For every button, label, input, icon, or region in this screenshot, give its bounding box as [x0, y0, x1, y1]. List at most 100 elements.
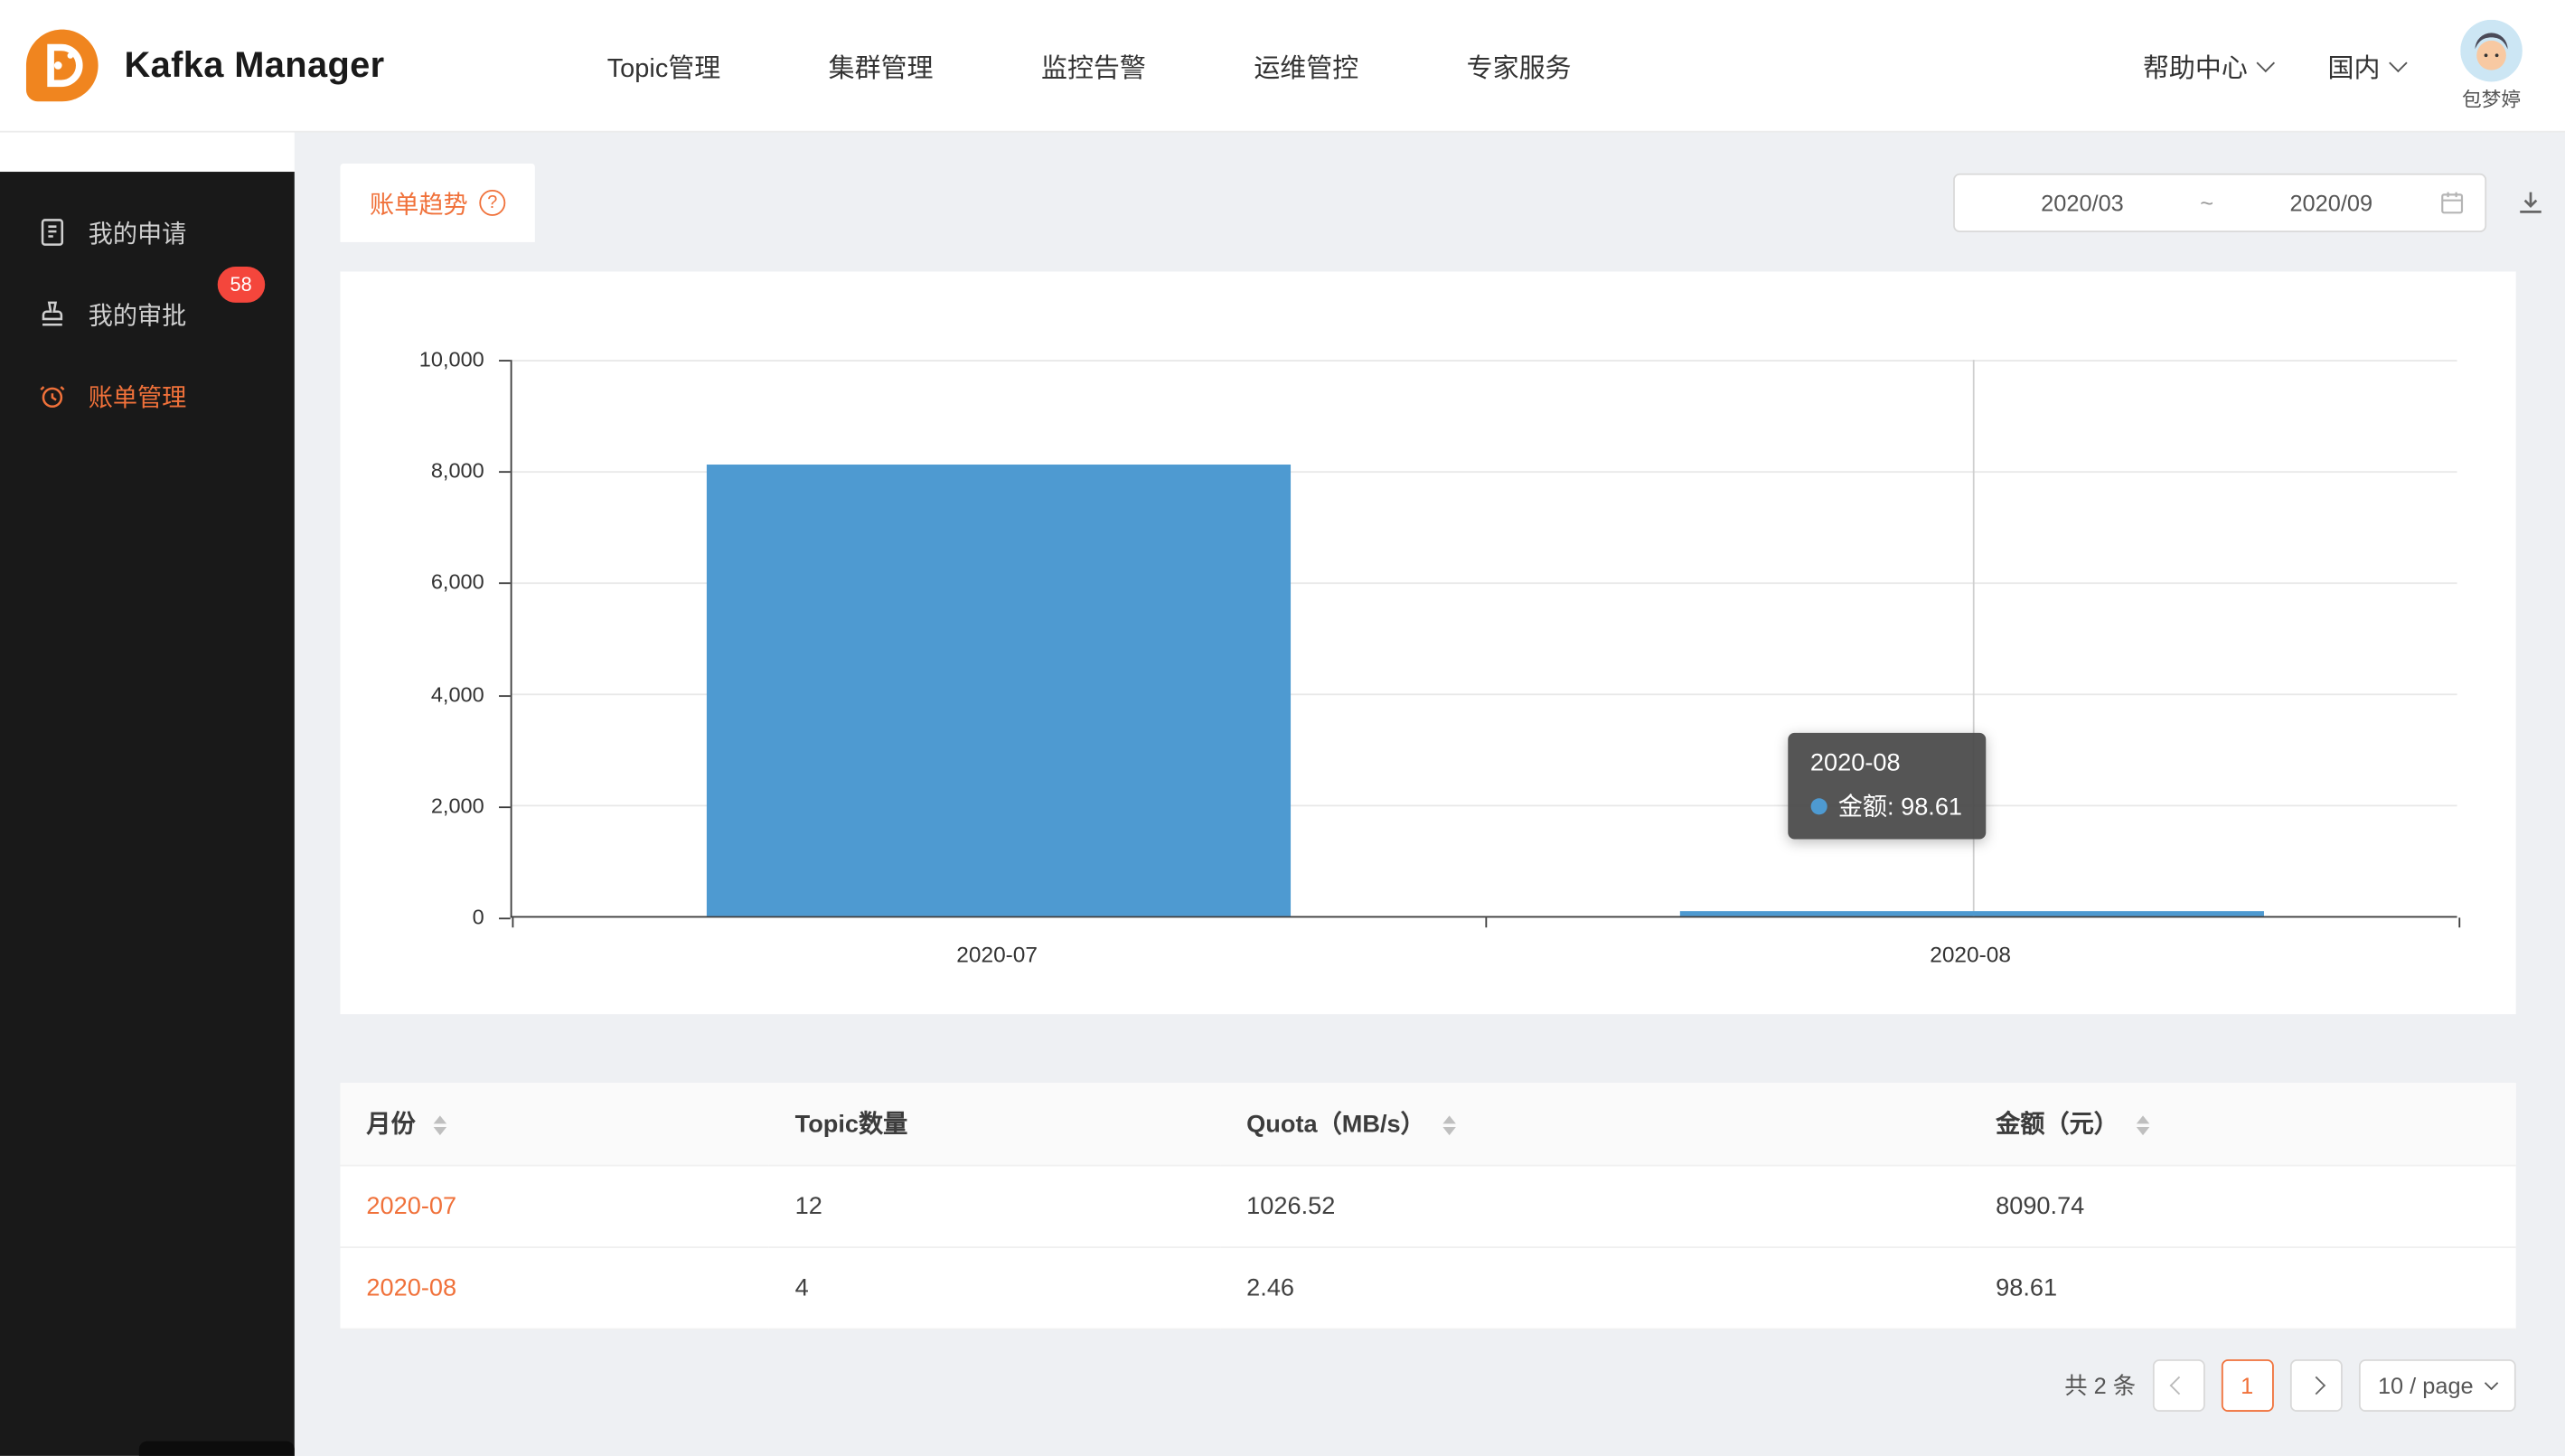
tooltip-line: 金额: 98.61: [1810, 788, 1962, 822]
chart-bar-2020-07[interactable]: [707, 465, 1291, 916]
topic-count-cell: 12: [769, 1165, 1221, 1246]
user-name: 包梦婷: [2462, 84, 2521, 112]
region-select[interactable]: 国内: [2328, 46, 2405, 85]
chevron-down-icon: [2389, 54, 2407, 72]
avatar: [2460, 19, 2523, 81]
table-row: 2020-07 12 1026.52 8090.74: [340, 1165, 2515, 1246]
page-size-select[interactable]: 10 / page: [2358, 1358, 2515, 1411]
gridline: [512, 359, 2457, 361]
chevron-right-icon: [2307, 1376, 2325, 1394]
nav-monitor-alert[interactable]: 监控告警: [1041, 46, 1146, 85]
pagination: 共 2 条 1 10 / page: [340, 1358, 2515, 1411]
sorter-icon[interactable]: [2137, 1116, 2149, 1136]
chart-tooltip: 2020-08 金额: 98.61: [1788, 733, 1986, 840]
billing-table: 月份 Topic数量 Quota（MB/s） 金额（元）: [340, 1083, 2515, 1329]
sidebar-item-label: 我的申请: [89, 215, 187, 249]
column-label: 月份: [366, 1111, 415, 1139]
stamp-icon: [36, 297, 69, 330]
app-root: Kafka Manager Topic管理 集群管理 监控告警 运维管控 专家服…: [0, 0, 2565, 1456]
column-header-topic-count: Topic数量: [769, 1083, 1221, 1164]
y-axis-tick: [499, 360, 511, 362]
nav-topic-manage[interactable]: Topic管理: [607, 46, 721, 85]
chart-panel: 02,0004,0006,0008,00010,000 2020-08 金额: …: [340, 271, 2515, 1014]
sidebar-collapse-bar[interactable]: [139, 1442, 295, 1456]
y-axis-label: 10,000: [340, 347, 484, 373]
tooltip-value: 金额: 98.61: [1838, 788, 1962, 822]
y-axis-tick: [499, 917, 511, 919]
topbar: Kafka Manager Topic管理 集群管理 监控告警 运维管控 专家服…: [0, 0, 2565, 131]
y-axis-label: 0: [340, 905, 484, 931]
y-axis-tick: [499, 806, 511, 808]
table-row: 2020-08 4 2.46 98.61: [340, 1246, 2515, 1328]
main-content: 账单趋势 2020/03 ~ 2020/09: [295, 131, 2565, 1456]
sidebar-item-my-approvals[interactable]: 我的审批 58: [0, 273, 295, 354]
month-link[interactable]: 2020-08: [340, 1246, 768, 1328]
date-end[interactable]: 2020/09: [2223, 190, 2439, 216]
x-axis-label: 2020-08: [1484, 943, 2457, 967]
approval-count-badge: 58: [217, 267, 265, 303]
sidebar-item-label: 账单管理: [89, 379, 187, 413]
tooltip-title: 2020-08: [1810, 749, 1962, 777]
y-axis-tick: [499, 472, 511, 474]
sorter-icon[interactable]: [1443, 1116, 1456, 1136]
sidebar-top-strip: [0, 131, 295, 172]
chart-bar-2020-08[interactable]: [1680, 910, 2264, 916]
quota-cell: 2.46: [1220, 1246, 1969, 1328]
column-header-month[interactable]: 月份: [340, 1083, 768, 1164]
app-logo-icon: [23, 26, 101, 105]
x-axis-tick: [1485, 917, 1487, 927]
download-icon[interactable]: [2516, 188, 2546, 218]
column-header-amount[interactable]: 金额（元）: [1969, 1083, 2516, 1164]
chevron-down-icon: [2485, 1376, 2498, 1389]
x-axis-tick: [512, 917, 514, 927]
nav-cluster-manage[interactable]: 集群管理: [829, 46, 934, 85]
chevron-down-icon: [2257, 54, 2275, 72]
amount-cell: 8090.74: [1969, 1165, 2516, 1246]
alarm-icon: [36, 380, 69, 412]
page-size-label: 10 / page: [2378, 1372, 2474, 1398]
y-axis-label: 2,000: [340, 793, 484, 819]
user-menu[interactable]: 包梦婷: [2460, 19, 2523, 112]
region-label: 国内: [2328, 46, 2381, 85]
question-circle-icon[interactable]: [479, 190, 505, 216]
date-range-picker[interactable]: 2020/03 ~ 2020/09: [1953, 174, 2486, 232]
table-header-row: 月份 Topic数量 Quota（MB/s） 金额（元）: [340, 1083, 2515, 1164]
chart-ylabels: 02,0004,0006,0008,00010,000: [340, 360, 497, 917]
tab-label: 账单趋势: [370, 185, 468, 220]
clipboard-icon: [36, 216, 69, 249]
next-page-button[interactable]: [2289, 1358, 2342, 1411]
quota-cell: 1026.52: [1220, 1165, 1969, 1246]
column-label: Topic数量: [795, 1111, 908, 1139]
nav-ops-control[interactable]: 运维管控: [1254, 46, 1358, 85]
nav-expert-service[interactable]: 专家服务: [1467, 46, 1572, 85]
y-axis-tick: [499, 694, 511, 696]
column-label: Quota（MB/s）: [1246, 1111, 1425, 1139]
page-1-button[interactable]: 1: [2221, 1358, 2273, 1411]
billing-table-panel: 月份 Topic数量 Quota（MB/s） 金额（元）: [340, 1083, 2515, 1329]
main-nav: Topic管理 集群管理 监控告警 运维管控 专家服务: [607, 46, 1572, 85]
x-axis-tick: [2458, 917, 2460, 927]
help-center-link[interactable]: 帮助中心: [2143, 46, 2272, 85]
sorter-icon[interactable]: [434, 1116, 446, 1136]
date-start[interactable]: 2020/03: [1975, 190, 2191, 216]
amount-cell: 98.61: [1969, 1246, 2516, 1328]
brand-title: Kafka Manager: [125, 44, 385, 87]
sidebar: 我的申请 我的审批 58 账单管理: [0, 172, 295, 1456]
prev-page-button[interactable]: [2152, 1358, 2204, 1411]
month-link[interactable]: 2020-07: [340, 1165, 768, 1246]
toolbar-controls: 2020/03 ~ 2020/09: [1953, 174, 2545, 232]
chart-plot: 2020-08 金额: 98.61: [511, 360, 2457, 917]
topbar-right: 帮助中心 国内 包梦婷: [2143, 19, 2523, 112]
series-dot-icon: [1810, 797, 1827, 813]
sidebar-item-bill-management[interactable]: 账单管理: [0, 355, 295, 437]
sidebar-item-my-applications[interactable]: 我的申请: [0, 192, 295, 273]
toolbar-row: 账单趋势 2020/03 ~ 2020/09: [340, 164, 2515, 242]
date-separator: ~: [2190, 190, 2223, 216]
y-axis-tick: [499, 583, 511, 585]
help-center-label: 帮助中心: [2143, 46, 2248, 85]
column-header-quota[interactable]: Quota（MB/s）: [1220, 1083, 1969, 1164]
y-axis-label: 6,000: [340, 570, 484, 596]
chevron-left-icon: [2169, 1376, 2187, 1394]
x-axis-label: 2020-07: [511, 943, 1484, 967]
tab-bill-trend[interactable]: 账单趋势: [340, 164, 534, 242]
